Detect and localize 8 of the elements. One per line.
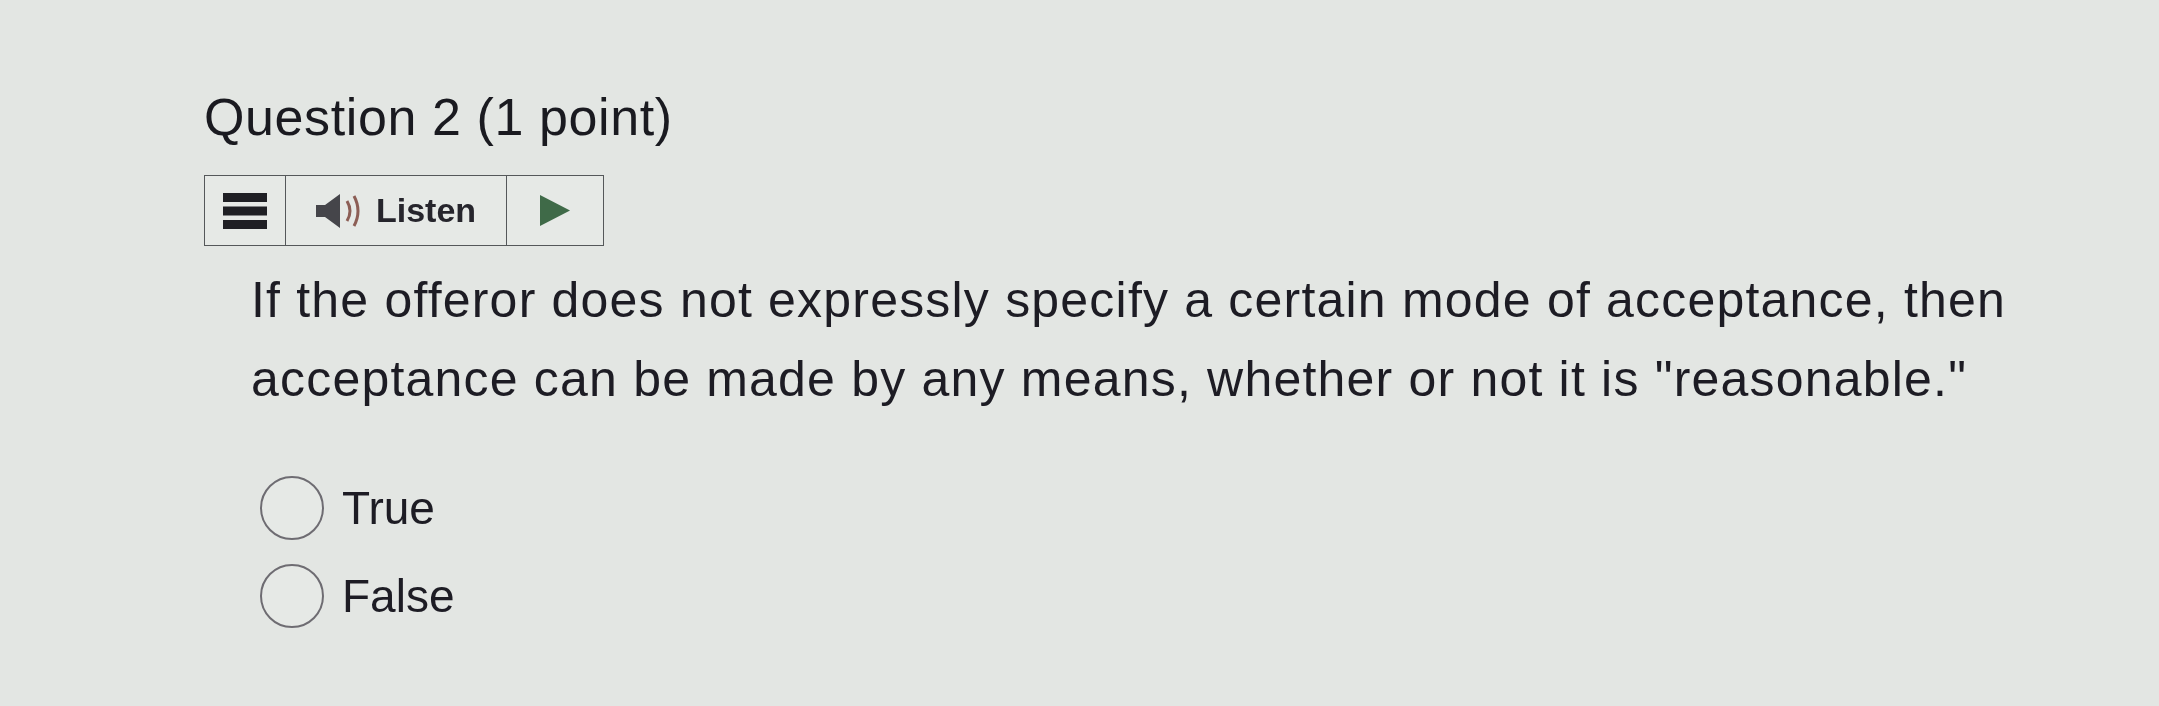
question-text: If the offeror does not expressly specify a certain mode of acceptance, then acceptance can be made by any means, whether or not it is "reasonable." bbox=[251, 271, 2008, 409]
listen-button[interactable]: Listen bbox=[285, 176, 506, 245]
option-label[interactable]: False bbox=[342, 573, 455, 619]
question-title: Question 2 (1 point) bbox=[204, 91, 673, 144]
menu-icon bbox=[223, 192, 267, 229]
play-icon bbox=[540, 195, 570, 226]
option-label[interactable]: True bbox=[342, 485, 435, 531]
speaker-icon bbox=[315, 193, 362, 228]
